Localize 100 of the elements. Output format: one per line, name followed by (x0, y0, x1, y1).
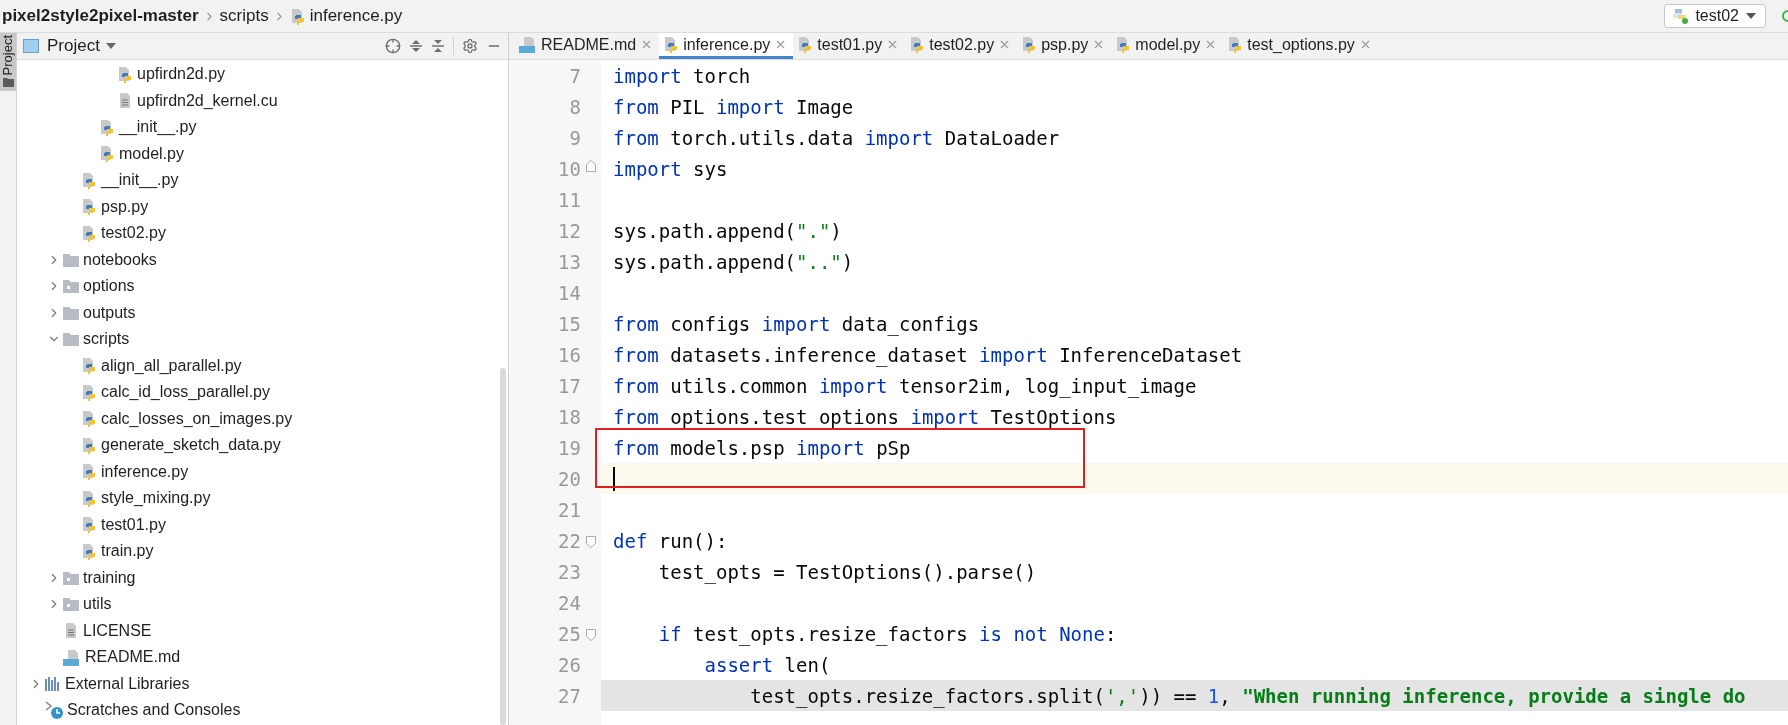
markdown-file-icon (519, 36, 537, 53)
tree-item[interactable]: train.py (101, 542, 154, 561)
python-file-icon (81, 224, 97, 242)
python-file-icon (1227, 36, 1244, 53)
line-number: 8 (568, 95, 581, 118)
locate-icon[interactable] (385, 38, 401, 54)
line-number: 13 (557, 250, 581, 273)
tree-item[interactable]: calc_losses_on_images.py (101, 409, 293, 428)
package-folder-icon (63, 279, 79, 294)
caret-down-icon (1745, 12, 1757, 20)
code-line: from torch.utils.data import DataLoader (613, 126, 1060, 149)
line-number: 9 (568, 126, 581, 149)
editor-tab[interactable]: README.md (515, 33, 660, 59)
scrollbar[interactable] (500, 368, 506, 725)
tree-item[interactable]: training (83, 568, 136, 587)
tab-label: test01.py (817, 35, 883, 54)
project-tool-tab[interactable]: Project (0, 33, 16, 92)
python-file-icon (81, 198, 97, 216)
code-line: test_opts = TestOptions().parse() (657, 560, 1037, 583)
editor-tab[interactable]: test02.py (905, 33, 1018, 59)
python-file-icon (81, 542, 97, 560)
editor-tab[interactable]: inference.py (659, 33, 794, 59)
tree-item[interactable]: test01.py (101, 515, 166, 534)
refresh-icon[interactable] (1780, 8, 1788, 24)
line-number: 24 (557, 591, 581, 614)
line-number: 27 (557, 684, 581, 707)
breadcrumb-item[interactable]: scripts (219, 6, 269, 26)
fold-start-icon[interactable] (586, 628, 596, 641)
breadcrumb-item[interactable]: pixel2style2pixel-master (2, 6, 199, 26)
fold-start-icon[interactable] (586, 535, 596, 548)
tree-item[interactable]: inference.py (101, 462, 189, 481)
tree-item[interactable]: calc_id_loss_parallel.py (101, 383, 270, 402)
python-file-icon (99, 118, 115, 136)
breadcrumb-item[interactable]: inference.py (309, 6, 403, 26)
code-line: from utils.common import tensor2im, log_input_image (613, 374, 1197, 397)
tree-item[interactable]: outputs (83, 303, 136, 322)
python-file-icon (99, 145, 115, 163)
code-line: from options.test_options import TestOptions (613, 405, 1117, 428)
line-number: 19 (557, 436, 581, 459)
line-number: 21 (557, 498, 581, 521)
line-number: 18 (557, 405, 581, 428)
tree-item[interactable]: generate_sketch_data.py (101, 436, 281, 455)
package-folder-icon (63, 597, 79, 612)
editor-tab[interactable]: model.py (1111, 33, 1224, 59)
tree-item[interactable]: psp.py (101, 197, 149, 216)
tab-label: test02.py (929, 35, 995, 54)
tree-item[interactable]: scripts (83, 330, 130, 349)
code-line: from models.psp import pSp (613, 436, 911, 459)
python-file-icon (81, 489, 97, 507)
python-file-icon (81, 436, 97, 454)
tree-item[interactable]: style_mixing.py (101, 489, 211, 508)
code-line: sys.path.append(".") (613, 219, 842, 242)
folder-icon (63, 305, 79, 320)
tree-item[interactable]: notebooks (83, 250, 157, 269)
tab-label: README.md (541, 35, 637, 54)
code-line: def run(): (613, 529, 728, 552)
line-number: 10 (557, 157, 581, 180)
python-file-icon (81, 410, 97, 428)
folder-icon (2, 78, 14, 88)
expand-all-icon[interactable] (409, 38, 423, 54)
project-view-dropdown[interactable]: Project (47, 36, 116, 56)
tree-item[interactable]: test02.py (101, 224, 166, 243)
python-file-icon (1115, 36, 1132, 53)
tree-item[interactable]: options (83, 277, 135, 296)
python-icon (1671, 7, 1690, 25)
code-line: from datasets.inference_dataset import InferenceDataset (613, 343, 1243, 366)
window-icon (23, 39, 39, 53)
line-number: 23 (557, 560, 581, 583)
tree-item[interactable]: upfirdn2d_kernel.cu (137, 91, 278, 110)
tree-item[interactable]: __init__.py (101, 171, 179, 190)
python-file-icon (81, 357, 97, 375)
line-number: 15 (557, 312, 581, 335)
collapse-all-icon[interactable] (431, 38, 445, 54)
tree-item[interactable]: LICENSE (83, 621, 152, 640)
scratches-icon (45, 701, 63, 720)
tree-item[interactable]: upfirdn2d.py (137, 65, 226, 84)
tree-item[interactable]: External Libraries (65, 674, 190, 693)
editor-tab[interactable]: test_options.py (1223, 33, 1378, 59)
tree-item[interactable]: utils (83, 595, 112, 614)
editor-tab[interactable]: psp.py (1017, 33, 1112, 59)
code-line: from configs import data_configs (613, 312, 980, 335)
code-line: import sys (613, 157, 728, 180)
line-number: 16 (557, 343, 581, 366)
run-configuration-dropdown[interactable]: test02 (1664, 4, 1766, 28)
settings-icon[interactable] (462, 38, 478, 54)
tree-item[interactable]: __init__.py (119, 118, 197, 137)
tab-label: psp.py (1041, 35, 1089, 54)
fold-end-icon[interactable] (586, 159, 596, 172)
python-file-icon (81, 516, 97, 534)
line-number: 25 (557, 622, 581, 645)
editor-tab[interactable]: test01.py (793, 33, 906, 59)
code-line: if test_opts.resize_factors is not None: (657, 622, 1117, 645)
python-file-icon (663, 36, 680, 53)
tree-item[interactable]: align_all_parallel.py (101, 356, 242, 375)
tree-item[interactable]: README.md (85, 648, 181, 667)
tree-item[interactable]: model.py (119, 144, 184, 163)
code-line: sys.path.append("..") (613, 250, 854, 273)
tab-label: model.py (1135, 35, 1201, 54)
tab-label: inference.py (683, 35, 771, 54)
tree-item[interactable]: Scratches and Consoles (67, 701, 241, 720)
